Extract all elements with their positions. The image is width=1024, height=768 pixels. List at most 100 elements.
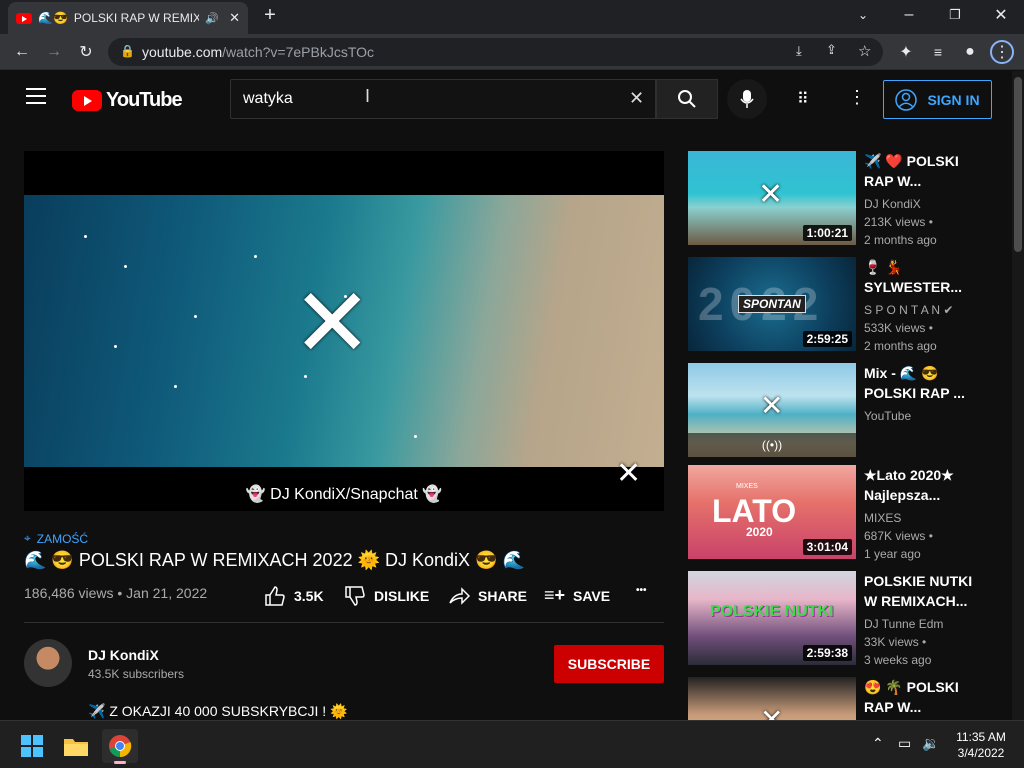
tab-close-icon[interactable]: ✕	[229, 10, 240, 26]
browser-tab-strip: 🌊😎 POLSKI RAP W REMIXACH 🔊 ✕ + ⌄ – ❐ ✕	[0, 0, 1024, 34]
recommendation-title[interactable]: 😍 🌴 POLSKI RAP W...	[864, 677, 974, 717]
recommendation-views: 687K views •	[864, 529, 933, 543]
share-button[interactable]: SHARE	[448, 585, 527, 607]
start-button[interactable]	[14, 729, 50, 763]
video-player[interactable]: ✕ 👻 DJ KondiX/Snapchat 👻 ✕	[24, 151, 664, 511]
kondix-x-logo-icon: ✕	[760, 389, 784, 422]
kondix-x-logo-icon: ✕	[292, 267, 373, 379]
page-scrollbar[interactable]	[1012, 71, 1024, 720]
thumbnail-mixes-text: MIXES	[736, 483, 758, 490]
minimize-button[interactable]: –	[886, 0, 932, 30]
recommendation-item[interactable]: ✕ ((•)) Mix - 🌊 😎 POLSKI RAP ... YouTube	[688, 363, 988, 459]
share-label: SHARE	[478, 588, 528, 604]
volume-icon[interactable]: 🔉	[922, 735, 939, 752]
recommendation-age: 2 months ago	[864, 339, 937, 353]
thumbnail-spontan-text: SPONTAN	[738, 295, 806, 313]
video-frame[interactable]: ✕	[24, 195, 664, 467]
video-thumbnail[interactable]: MIXES LATO 2020 3:01:04	[688, 465, 856, 559]
bookmark-star-icon[interactable]: ☆	[858, 42, 871, 60]
chrome-taskbar-button[interactable]	[102, 729, 138, 764]
recommendation-title[interactable]: POLSKIE NUTKI W REMIXACH...	[864, 571, 974, 611]
audio-playing-icon[interactable]: 🔊	[205, 12, 219, 25]
video-thumbnail[interactable]: ✕ 1:00:21	[688, 151, 856, 245]
browser-tab[interactable]: 🌊😎 POLSKI RAP W REMIXACH 🔊 ✕	[8, 2, 248, 34]
recommendation-title[interactable]: ★Lato 2020★ Najlepsza...	[864, 465, 974, 505]
like-button[interactable]: 3.5K	[264, 585, 324, 607]
forward-arrow-icon[interactable]: →	[42, 40, 66, 64]
youtube-play-icon	[72, 90, 102, 111]
more-actions-button[interactable]: •••	[636, 585, 647, 596]
back-arrow-icon[interactable]: ←	[10, 40, 34, 64]
new-tab-button[interactable]: +	[258, 4, 282, 28]
search-input[interactable]: watyka I ✕	[230, 79, 656, 119]
recommendation-channel[interactable]: MIXES	[864, 509, 984, 527]
recommendation-item[interactable]: 2022 SPONTAN 2:59:25 🍷 💃 SYLWESTER... S …	[688, 257, 988, 353]
recommendation-age: 2 months ago	[864, 233, 937, 247]
tab-search-chevron-icon[interactable]: ⌄	[840, 0, 886, 30]
apps-grid-icon[interactable]: ⠿	[797, 89, 809, 109]
reload-icon[interactable]: ↻	[74, 40, 98, 64]
recommendation-title[interactable]: 🍷 💃 SYLWESTER...	[864, 257, 974, 297]
lock-icon[interactable]: 🔒	[120, 44, 135, 58]
video-thumbnail[interactable]: ✕ ((•))	[688, 363, 856, 457]
recommendation-item[interactable]: ✕ 😍 🌴 POLSKI RAP W...	[688, 677, 988, 720]
show-hidden-icons-chevron-icon[interactable]: ⌃	[872, 735, 884, 752]
browser-menu-icon[interactable]: ⋮	[990, 40, 1014, 64]
recommendation-channel[interactable]: DJ KondiX	[864, 195, 984, 213]
hamburger-menu-icon[interactable]	[26, 88, 46, 104]
voice-search-button[interactable]	[727, 79, 767, 119]
recommendation-channel[interactable]: YouTube	[864, 407, 984, 425]
restore-button[interactable]: ❐	[932, 0, 978, 30]
video-thumbnail[interactable]: 2022 SPONTAN 2:59:25	[688, 257, 856, 351]
subscribe-button[interactable]: SUBSCRIBE	[554, 645, 664, 683]
recommendation-title[interactable]: ✈️ ❤️ POLSKI RAP W...	[864, 151, 974, 191]
recommendation-item[interactable]: ✕ 1:00:21 ✈️ ❤️ POLSKI RAP W... DJ Kondi…	[688, 151, 988, 247]
recommendation-age: 3 weeks ago	[864, 653, 932, 667]
recommendation-channel[interactable]: S P O N T A N ✔	[864, 301, 984, 319]
dislike-button[interactable]: DISLIKE	[344, 585, 429, 607]
recommendation-item[interactable]: POLSKIE NUTKI 2:59:38 POLSKIE NUTKI W RE…	[688, 571, 988, 667]
active-app-indicator	[114, 761, 126, 764]
install-app-icon[interactable]: ⤓	[796, 43, 802, 59]
clear-search-icon[interactable]: ✕	[629, 88, 644, 109]
save-button[interactable]: ≡+ SAVE	[544, 585, 610, 606]
folder-icon	[64, 739, 88, 756]
search-query: watyka	[243, 90, 293, 107]
profile-icon[interactable]: ●	[958, 40, 982, 64]
text-cursor-icon: I	[365, 86, 371, 106]
wave-emoji-icon: 🌊😎	[38, 11, 68, 25]
file-explorer-button[interactable]	[58, 729, 94, 763]
extensions-puzzle-icon[interactable]: ✦	[894, 40, 918, 64]
windows-taskbar: ⌃ ▭ 🔉 11:35 AM 3/4/2022	[0, 720, 1024, 768]
search-button[interactable]	[656, 79, 718, 119]
address-bar[interactable]: 🔒 youtube.com/watch?v=7ePBkJcsTOc ⤓ ⇪ ☆	[108, 38, 883, 66]
duration-badge: 3:01:04	[802, 539, 852, 555]
duration-badge: 1:00:21	[802, 225, 852, 241]
channel-name[interactable]: DJ KondiX	[88, 647, 159, 663]
system-clock[interactable]: 11:35 AM 3/4/2022	[950, 729, 1012, 761]
channel-avatar[interactable]	[24, 639, 72, 687]
share-page-icon[interactable]: ⇪	[826, 42, 837, 58]
window-close-button[interactable]: ✕	[978, 0, 1024, 30]
sign-in-label: SIGN IN	[927, 91, 980, 108]
recommendation-item[interactable]: MIXES LATO 2020 3:01:04 ★Lato 2020★ Najl…	[688, 465, 988, 561]
video-thumbnail[interactable]: POLSKIE NUTKI 2:59:38	[688, 571, 856, 665]
media-queue-icon[interactable]: ≡	[926, 40, 950, 64]
recommendation-channel[interactable]: DJ Tunne Edm	[864, 615, 984, 633]
location-tag[interactable]: ⌖ ZAMOŚĆ	[24, 531, 88, 546]
sign-in-button[interactable]: SIGN IN	[883, 80, 992, 119]
duration-badge: 2:59:38	[802, 645, 852, 661]
video-thumbnail[interactable]: ✕	[688, 677, 856, 720]
kondix-x-logo-icon: ✕	[758, 177, 784, 212]
kondix-x-logo-icon: ✕	[760, 703, 784, 720]
account-icon	[895, 88, 918, 111]
scrollbar-thumb[interactable]	[1014, 77, 1022, 252]
clock-time: 11:35 AM	[956, 730, 1006, 744]
duration-badge: 2:59:25	[802, 331, 852, 347]
network-icon[interactable]: ▭	[898, 735, 911, 752]
divider	[24, 622, 664, 623]
youtube-logo[interactable]: YouTube	[72, 89, 183, 112]
location-label: ZAMOŚĆ	[36, 531, 89, 546]
recommendation-title[interactable]: Mix - 🌊 😎 POLSKI RAP ...	[864, 363, 974, 403]
settings-dots-icon[interactable]: ⋮	[848, 87, 866, 108]
